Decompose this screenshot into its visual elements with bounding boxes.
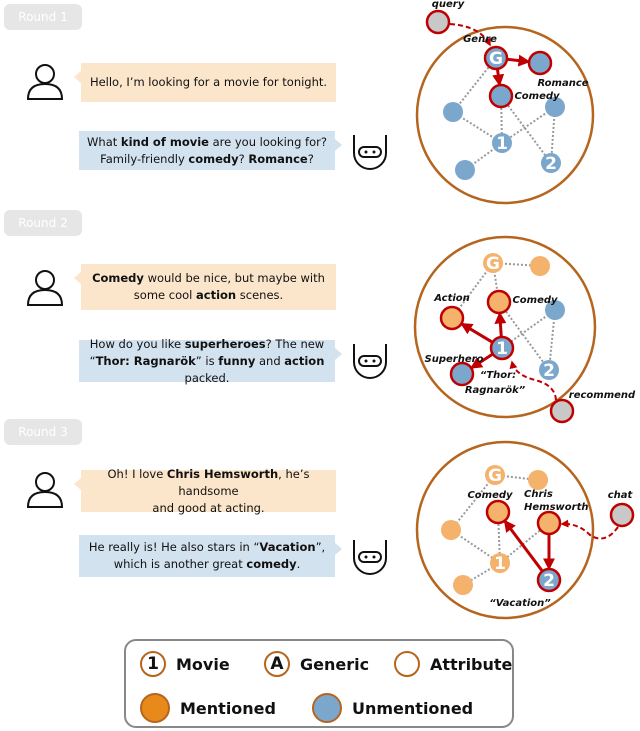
graph-node-label: 1: [494, 554, 506, 574]
graph-annotation: Superhero: [425, 354, 484, 365]
graph-arrow: [494, 311, 507, 338]
graph-edge: [498, 301, 550, 371]
graph-node-com: [488, 83, 514, 109]
graph-node-label: 2: [543, 571, 555, 591]
graph-annotation: Genre: [463, 34, 497, 45]
legend-movie-label: Movie: [176, 654, 230, 674]
graph-node-label: 2: [545, 154, 557, 174]
graph-node-l: [441, 520, 461, 540]
attribute-node-icon: [394, 651, 420, 677]
legend-mentioned: Mentioned: [140, 693, 276, 723]
legend-generic-label: Generic: [300, 654, 370, 674]
graph-node-label: 2: [543, 361, 555, 381]
graph-node-label: 1: [496, 339, 508, 359]
graph-node-tr: [528, 470, 548, 490]
graph-node-label: G: [489, 49, 503, 69]
graph-annotation: Ragnarök”: [465, 385, 526, 396]
graph-node-com: [485, 499, 511, 525]
graph-annotation: chat: [608, 490, 634, 501]
graph-annotation: recommend: [569, 390, 636, 401]
legend-attribute: Attribute: [394, 651, 512, 677]
graph-arrow: [460, 322, 494, 344]
user-icon: [35, 270, 55, 290]
legend-unmentioned: Unmentioned: [312, 693, 473, 723]
graph-node-l: [443, 102, 463, 122]
graph-annotation: Comedy: [467, 490, 513, 501]
legend-generic: A Generic: [264, 651, 369, 677]
legend: 1 Movie A Generic Attribute Mentioned Unme…: [124, 639, 514, 728]
user-icon-body: [26, 288, 64, 306]
graph-node-sup: [449, 361, 475, 387]
robot-eye-icon: [364, 359, 368, 363]
robot-eye-icon: [372, 359, 376, 363]
graph-node-label: G: [488, 466, 502, 486]
graph-node-com: [486, 289, 512, 315]
graph-node-tr: [530, 256, 550, 276]
graph-annotation: Action: [433, 293, 470, 304]
graph-node-bl: [455, 160, 475, 180]
graph-annotation: “Vacation”: [489, 598, 551, 609]
graph-annotation: Romance: [537, 78, 588, 89]
graph-canvas: G 1 2 Genre Romance Comedy query G 1 2 Action Comed…: [26, 0, 636, 620]
graph-edge: [500, 95, 552, 164]
graph-annotation: “Thor:: [480, 370, 516, 381]
graph-arrow: [503, 519, 544, 573]
graph-arrow: [506, 54, 531, 67]
generic-node-icon: A: [264, 651, 290, 677]
graph-arrow: [492, 68, 505, 87]
robot-eye-icon: [364, 555, 368, 559]
user-icon-body: [26, 490, 64, 508]
diagram: Round 1 Round 2 Round 3 Hello, I’m looki…: [0, 0, 640, 731]
graph-node-bl: [453, 575, 473, 595]
graph-node-ch: [536, 510, 562, 536]
robot-eye-icon: [364, 150, 368, 154]
graph-node-label: G: [486, 254, 500, 274]
graph-node-chat: [609, 502, 635, 528]
legend-attribute-label: Attribute: [430, 654, 513, 674]
graph-node-rec: [549, 398, 575, 424]
graph-node-rom: [527, 50, 553, 76]
legend-movie: 1 Movie: [140, 651, 230, 677]
graph-annotation: Chris: [524, 489, 553, 500]
robot-visor-icon: [358, 146, 382, 158]
robot-eye-icon: [372, 150, 376, 154]
graph-annotation: Comedy: [514, 91, 560, 102]
user-icon: [35, 472, 55, 492]
unmentioned-node-icon: [312, 693, 342, 723]
user-icon: [35, 64, 55, 84]
graph-annotation: Comedy: [512, 295, 558, 306]
graph-annotation: query: [432, 0, 465, 10]
dashed-arrow: [560, 519, 619, 540]
movie-node-icon: 1: [140, 651, 166, 677]
robot-eye-icon: [372, 555, 376, 559]
graph-node-label: 1: [496, 134, 508, 154]
robot-visor-icon: [358, 355, 382, 367]
mentioned-node-icon: [140, 693, 170, 723]
robot-visor-icon: [358, 551, 382, 563]
legend-unmentioned-label: Unmentioned: [352, 698, 474, 718]
graph-node-act: [439, 305, 465, 331]
legend-mentioned-label: Mentioned: [180, 698, 276, 718]
graph-node-q: [425, 9, 451, 35]
graph-annotation: Hemsworth: [524, 502, 588, 513]
user-icon-body: [26, 82, 64, 100]
